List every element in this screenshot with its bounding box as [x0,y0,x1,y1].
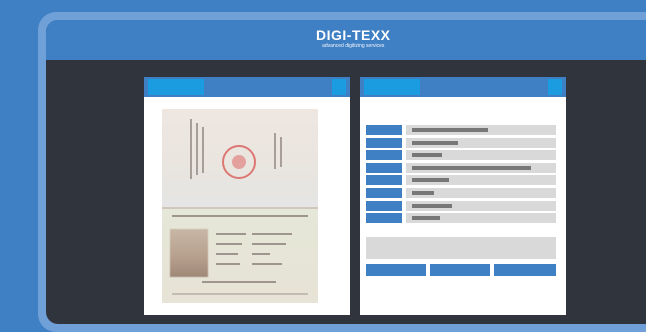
field-input[interactable] [406,137,556,148]
text-line [252,243,286,245]
document-image-panel [144,77,350,315]
field-input[interactable] [406,175,556,186]
field-label [366,188,402,198]
field-label [366,137,402,148]
panel-header-left [144,77,350,97]
text-line [252,263,282,265]
passport-upper-page [162,109,318,207]
mrz-line [172,293,308,295]
field-value-text [412,216,440,221]
passport-data-page [162,209,318,303]
field-value-text [412,128,488,132]
field-label [366,213,402,224]
field-value-text [412,165,531,170]
notes-field[interactable] [366,237,556,259]
text-line [216,253,238,255]
app-window: DIGI-TEXX advanced digitizing services [46,20,646,324]
form-field-row [366,213,556,224]
field-label [366,162,402,173]
text-line [216,263,240,265]
text-line [252,253,270,255]
field-value-text [412,191,434,195]
form-field-row [366,200,556,211]
form-field-row [366,188,556,198]
field-value-text [412,153,442,158]
text-line [216,243,242,245]
field-input[interactable] [406,125,556,135]
panel-action-right[interactable] [548,79,562,95]
panel-tab-right[interactable] [364,79,420,95]
action-button-1[interactable] [366,264,426,276]
vertical-text-line [190,119,192,179]
form-field-row [366,150,556,161]
field-input[interactable] [406,200,556,211]
brand-name: DIGI-TEXX [316,27,391,43]
field-input[interactable] [406,162,556,173]
field-value-text [412,203,452,208]
brand-logo: DIGI-TEXX advanced digitizing services [316,28,391,50]
field-value-text [412,140,458,145]
vertical-text-line [202,127,204,173]
field-input[interactable] [406,150,556,161]
device-frame: DIGI-TEXX advanced digitizing services [38,12,646,332]
brand-tagline: advanced digitizing services [322,43,385,49]
field-label [366,200,402,211]
data-entry-panel [360,77,566,315]
text-line [202,281,276,283]
header-bar: DIGI-TEXX advanced digitizing services [46,20,646,60]
form-field-row [366,125,556,135]
action-button-2[interactable] [430,264,490,276]
text-line [252,233,292,235]
field-input[interactable] [406,188,556,198]
panel-header-right [360,77,566,97]
vertical-text-line [280,137,282,167]
vertical-text-line [196,123,198,175]
field-input[interactable] [406,213,556,224]
action-button-3[interactable] [494,264,556,276]
vertical-text-line [274,133,276,169]
form-field-row [366,175,556,186]
field-label [366,150,402,161]
text-line [172,215,308,217]
form-field-row [366,162,556,173]
official-stamp [222,145,256,179]
field-label [366,125,402,135]
passport-scan-image [162,109,318,303]
passport-photo [170,229,208,277]
text-line [216,233,246,235]
panel-action-left[interactable] [332,79,346,95]
field-label [366,175,402,186]
field-value-text [412,178,449,183]
panel-tab-left[interactable] [148,79,204,95]
form-field-row [366,137,556,148]
